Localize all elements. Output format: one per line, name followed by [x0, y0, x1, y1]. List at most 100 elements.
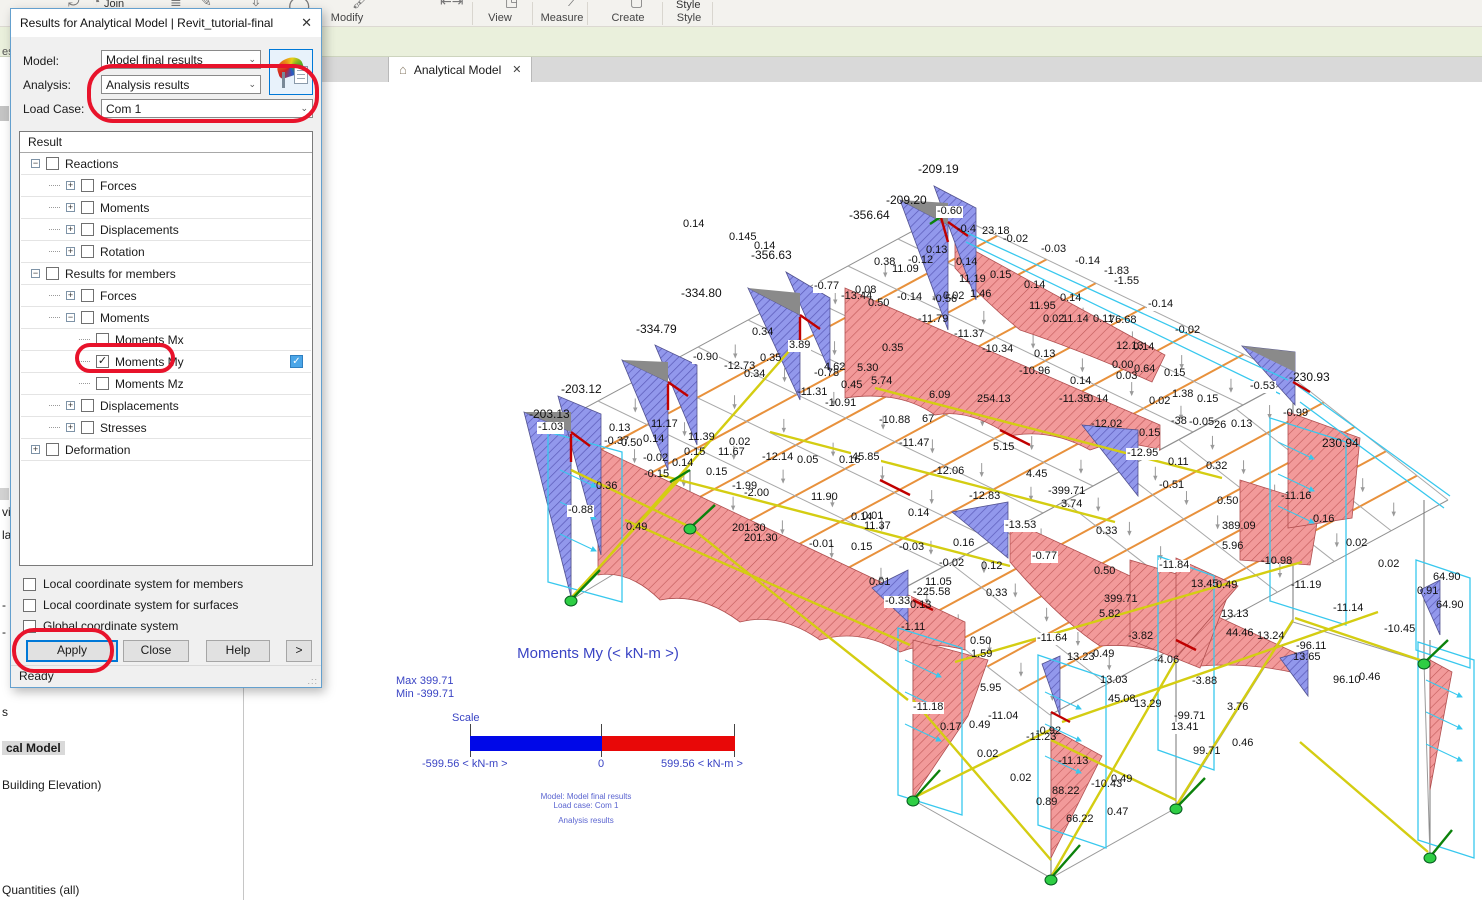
- chevron-down-icon: ⌄: [248, 79, 256, 90]
- expand-icon[interactable]: +: [66, 203, 75, 212]
- expand-icon[interactable]: +: [66, 225, 75, 234]
- row-checkbox[interactable]: [81, 421, 94, 434]
- loadcase-dropdown[interactable]: Com 1 ⌄: [101, 99, 313, 118]
- panel-separator: [662, 2, 663, 25]
- panel-separator: [712, 2, 713, 25]
- moment-value: 0.14: [1087, 394, 1108, 406]
- moment-value: -1.11: [901, 622, 925, 634]
- option-local-surfaces[interactable]: Local coordinate system for surfaces: [23, 598, 238, 612]
- browser-item[interactable]: Building Elevation): [2, 778, 101, 792]
- expand-icon[interactable]: +: [66, 423, 75, 432]
- option-global-system[interactable]: Global coordinate system: [23, 619, 178, 633]
- tree-row-moments-mx[interactable]: Moments Mx: [21, 329, 311, 351]
- moment-value: 45.08: [1108, 694, 1136, 706]
- row-checkbox[interactable]: [81, 399, 94, 412]
- row-checkbox[interactable]: [96, 377, 109, 390]
- align-icons[interactable]: ⇤⇥: [440, 0, 463, 10]
- moment-value: 0.16: [1313, 514, 1334, 526]
- style-dropdown[interactable]: Style: [676, 0, 700, 11]
- help-button[interactable]: Help: [206, 640, 270, 662]
- checkbox[interactable]: [23, 620, 36, 633]
- moment-value: 13.29: [1134, 699, 1162, 711]
- close-button[interactable]: Close: [123, 640, 189, 662]
- moment-value: -0.90: [692, 352, 719, 364]
- tab-close-icon[interactable]: ✕: [512, 63, 521, 76]
- panel-label-view[interactable]: View: [488, 12, 512, 24]
- browser-item[interactable]: -: [2, 598, 6, 612]
- tree-row-moments-mz[interactable]: Moments Mz: [21, 373, 311, 395]
- row-checkbox[interactable]: [81, 201, 94, 214]
- row-checkbox[interactable]: [46, 157, 59, 170]
- tree-row-moments-my[interactable]: ✓Moments My✓: [21, 351, 311, 373]
- moment-value: 5.30: [857, 363, 878, 375]
- expand-icon[interactable]: +: [31, 445, 40, 454]
- panel-label-modify[interactable]: Modify: [331, 12, 363, 24]
- apply-button[interactable]: Apply: [26, 640, 118, 662]
- collapse-icon[interactable]: −: [31, 159, 40, 168]
- paint-icon[interactable]: 🖌: [352, 0, 370, 10]
- moment-value: 0.49: [1216, 580, 1237, 592]
- tree-row-forces[interactable]: +Forces: [21, 285, 311, 307]
- option-local-members[interactable]: Local coordinate system for members: [23, 577, 243, 591]
- expand-icon[interactable]: +: [66, 291, 75, 300]
- checkbox[interactable]: [23, 578, 36, 591]
- row-checkbox[interactable]: [81, 245, 94, 258]
- browser-item[interactable]: Quantities (all): [2, 883, 79, 897]
- moment-value: -0.02: [939, 558, 964, 570]
- view-tab-bar: ⌂ Analytical Model ✕: [243, 57, 1482, 82]
- moment-value: 0.15: [851, 542, 872, 554]
- model-dropdown[interactable]: Model final results ⌄: [101, 50, 261, 69]
- row-checkbox[interactable]: [81, 311, 94, 324]
- tree-row-label: Forces: [100, 179, 137, 193]
- tree-row-stresses[interactable]: +Stresses: [21, 417, 311, 439]
- collapse-icon[interactable]: −: [66, 313, 75, 322]
- panel-label-create[interactable]: Create: [611, 12, 644, 24]
- tree-row-reactions[interactable]: −Reactions: [21, 153, 311, 175]
- moment-value: 0.33: [1096, 526, 1117, 538]
- expand-button[interactable]: >: [286, 640, 312, 662]
- checkbox[interactable]: [23, 599, 36, 612]
- color-legend-button[interactable]: [269, 49, 313, 95]
- moment-value: -11.84: [1158, 560, 1190, 572]
- browser-item[interactable]: -: [2, 625, 6, 639]
- tree-row-rotation[interactable]: +Rotation: [21, 241, 311, 263]
- tree-row-displacements[interactable]: + Displacements: [21, 219, 311, 241]
- browser-item[interactable]: s: [2, 705, 8, 719]
- tree-row-label: Displacements: [100, 223, 179, 237]
- model-field-label: Model:: [23, 54, 59, 68]
- moment-value: 0.14: [683, 219, 704, 231]
- moment-value: -203.12: [561, 383, 602, 396]
- view-icon[interactable]: ◳: [505, 0, 518, 10]
- tree-row-moments[interactable]: −Moments: [21, 307, 311, 329]
- expand-icon[interactable]: +: [66, 181, 75, 190]
- tree-row-displacements[interactable]: +Displacements: [21, 395, 311, 417]
- row-checkbox[interactable]: [81, 289, 94, 302]
- measure-icon[interactable]: ⟋: [568, 0, 578, 10]
- tree-row-results-for-members[interactable]: −Results for members: [21, 263, 311, 285]
- dialog-close-icon[interactable]: ✕: [301, 15, 312, 31]
- visibility-checkbox[interactable]: ✓: [290, 355, 303, 368]
- row-checkbox[interactable]: [81, 223, 94, 236]
- browser-item[interactable]: cal Model: [2, 741, 65, 755]
- moment-value: -12.06: [933, 466, 964, 478]
- tab-analytical-model[interactable]: ⌂ Analytical Model ✕: [388, 57, 532, 82]
- row-checkbox[interactable]: ✓: [96, 355, 109, 368]
- row-checkbox[interactable]: [46, 267, 59, 280]
- moment-value: -0.77: [813, 281, 840, 293]
- resize-grip[interactable]: .::: [307, 676, 318, 686]
- tree-row-forces[interactable]: + Forces: [21, 175, 311, 197]
- row-checkbox[interactable]: [96, 333, 109, 346]
- dialog-title-bar[interactable]: Results for Analytical Model | Revit_tut…: [11, 9, 321, 37]
- create-icon[interactable]: ▢: [630, 0, 643, 10]
- moment-value: -334.80: [681, 287, 722, 300]
- collapse-icon[interactable]: −: [31, 269, 40, 278]
- tree-row-moments[interactable]: +Moments: [21, 197, 311, 219]
- expand-icon[interactable]: +: [66, 247, 75, 256]
- panel-label-style[interactable]: Style: [677, 12, 701, 24]
- row-checkbox[interactable]: [46, 443, 59, 456]
- row-checkbox[interactable]: [81, 179, 94, 192]
- expand-icon[interactable]: +: [66, 401, 75, 410]
- tree-row-deformation[interactable]: +Deformation: [21, 439, 311, 461]
- analysis-dropdown[interactable]: Analysis results ⌄: [101, 75, 261, 94]
- panel-label-measure[interactable]: Measure: [541, 12, 584, 24]
